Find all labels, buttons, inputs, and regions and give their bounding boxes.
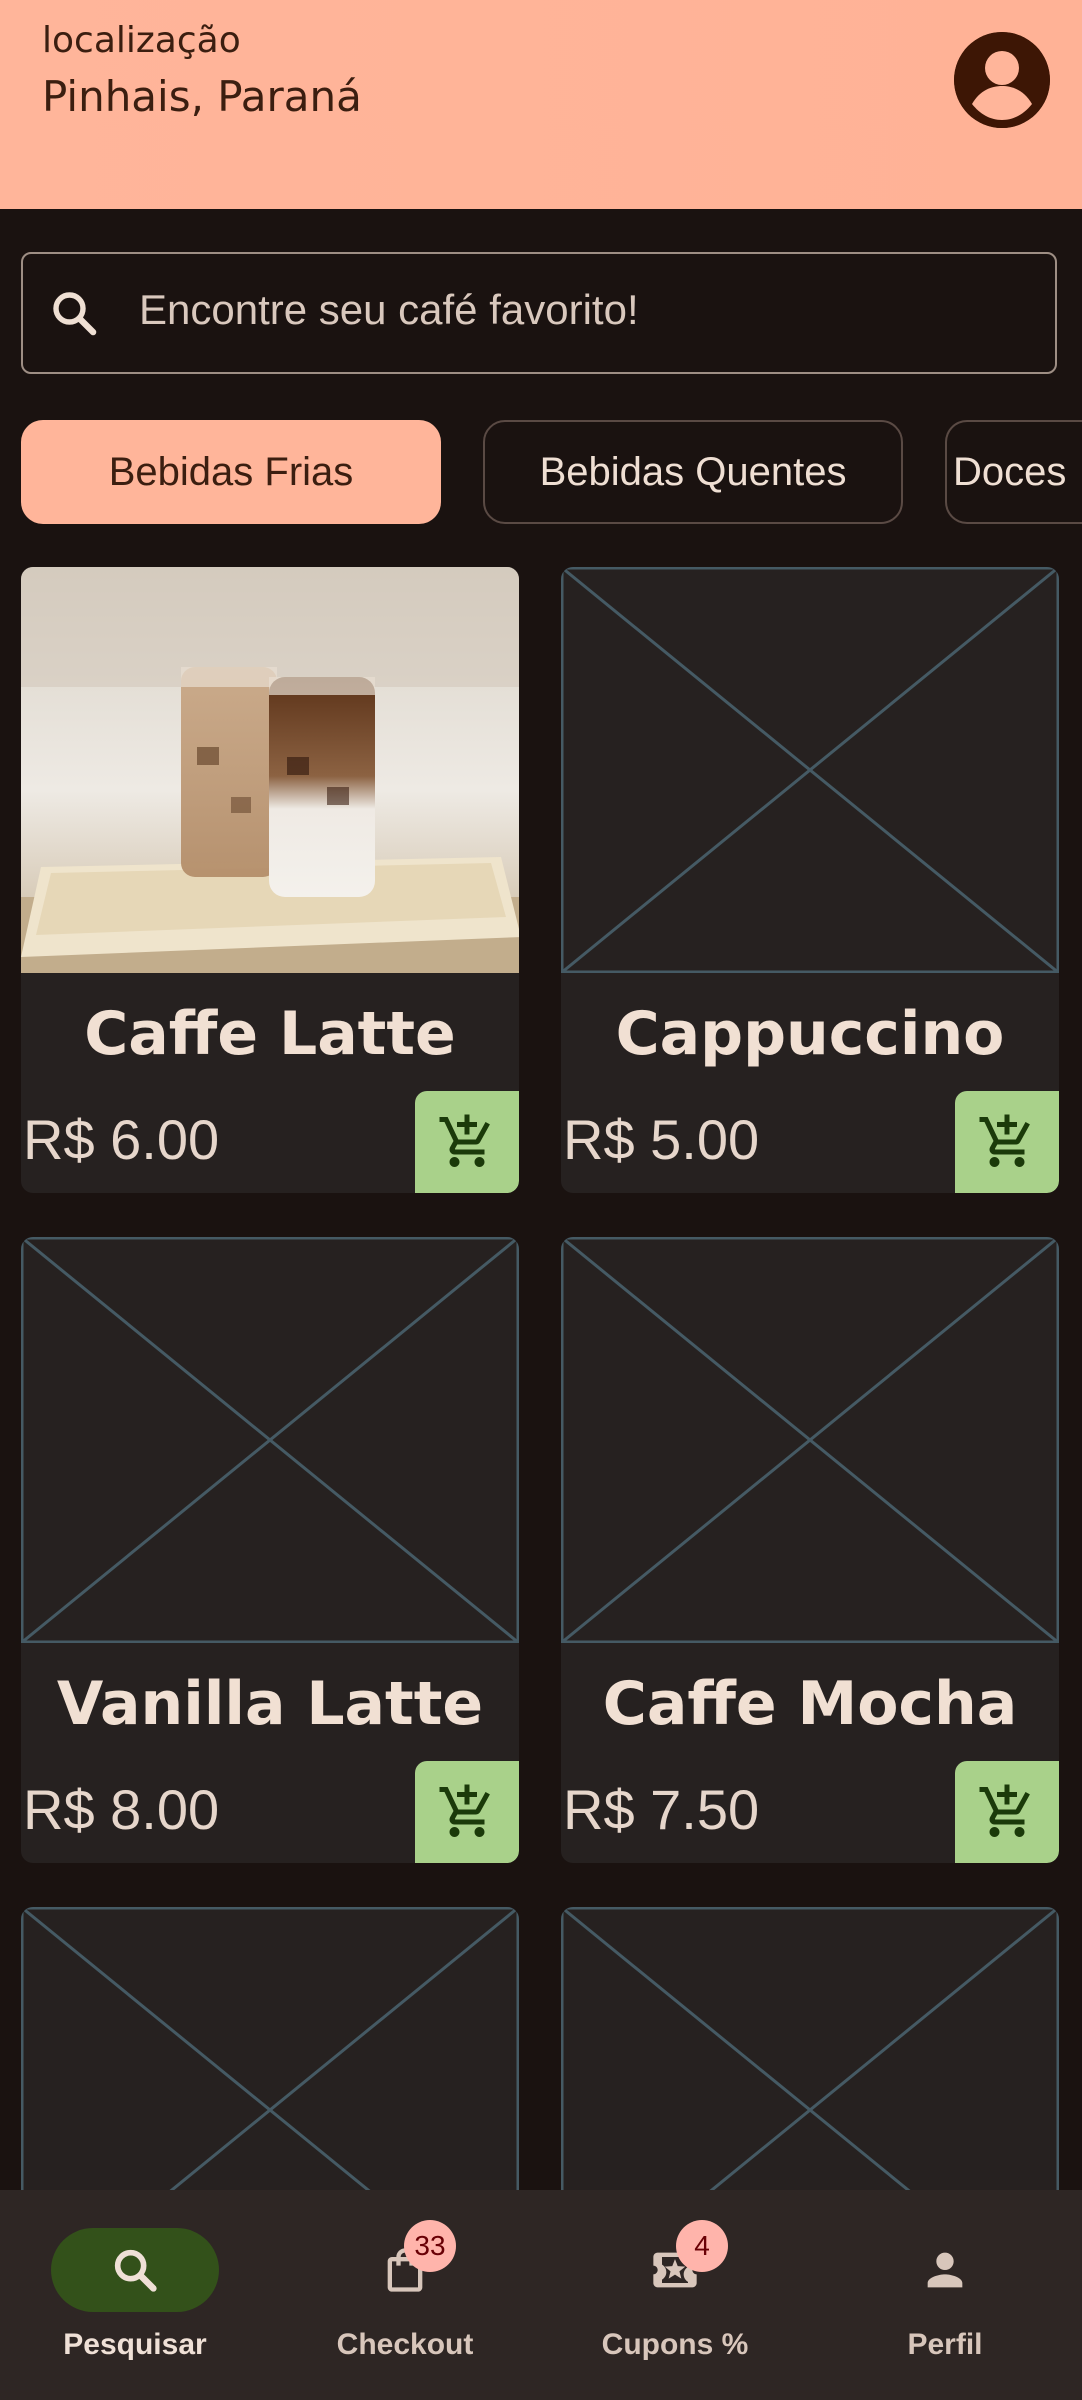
add-shopping-cart-icon [439, 1114, 490, 1167]
product-price: R$ 6.00 [23, 1108, 220, 1171]
product-card[interactable]: Caffe Latte R$ 6.00 [21, 567, 519, 1193]
image-placeholder [561, 1907, 1059, 2207]
chip-bebidas-frias[interactable]: Bebidas Frias [21, 420, 441, 524]
search-input[interactable]: Encontre seu café favorito! [21, 252, 1057, 374]
search-icon [114, 2249, 157, 2292]
add-shopping-cart-icon [979, 1114, 1030, 1167]
nav-label: Checkout [336, 2328, 474, 2361]
location-label: localização [42, 20, 241, 61]
search-icon [47, 286, 101, 340]
product-image [21, 567, 519, 973]
product-name: Vanilla Latte [56, 1669, 484, 1739]
product-name: Caffe Mocha [602, 1669, 1018, 1739]
chip-bebidas-quentes[interactable]: Bebidas Quentes [483, 420, 903, 524]
nav-active-indicator [51, 2228, 219, 2312]
search-placeholder: Encontre seu café favorito! [139, 286, 639, 333]
location-value[interactable]: Pinhais, Paraná [42, 72, 362, 121]
product-card[interactable] [21, 1907, 519, 2207]
image-placeholder [21, 1907, 519, 2207]
add-shopping-cart-icon [979, 1784, 1030, 1837]
add-to-cart-button[interactable] [955, 1091, 1059, 1193]
add-to-cart-button[interactable] [415, 1761, 519, 1863]
product-card[interactable]: Vanilla Latte R$ 8.00 [21, 1237, 519, 1863]
chip-doces[interactable]: Doces [945, 420, 1082, 524]
product-name: Cappuccino [615, 999, 1005, 1069]
image-placeholder [561, 1237, 1059, 1645]
checkout-count-badge: 33 [404, 2220, 456, 2272]
product-price: R$ 7.50 [563, 1778, 760, 1841]
nav-label: Pesquisar [63, 2328, 207, 2361]
nav-label: Cupons % [601, 2328, 749, 2361]
add-to-cart-button[interactable] [415, 1091, 519, 1193]
add-shopping-cart-icon [439, 1784, 490, 1837]
product-price: R$ 5.00 [563, 1108, 760, 1171]
person-icon [927, 2252, 963, 2288]
nav-item-pesquisar[interactable]: Pesquisar [0, 2190, 270, 2400]
nav-icon-wrap [861, 2228, 1029, 2312]
product-card[interactable]: Cappuccino R$ 5.00 [561, 567, 1059, 1193]
product-card[interactable]: Caffe Mocha R$ 7.50 [561, 1237, 1059, 1863]
product-price: R$ 8.00 [23, 1778, 220, 1841]
nav-label: Perfil [907, 2328, 983, 2361]
product-card[interactable] [561, 1907, 1059, 2207]
image-placeholder [21, 1237, 519, 1645]
add-to-cart-button[interactable] [955, 1761, 1059, 1863]
coupon-count-badge: 4 [676, 2220, 728, 2272]
nav-item-checkout[interactable]: 33 Checkout [270, 2190, 540, 2400]
nav-icon-wrap [591, 2228, 759, 2312]
nav-item-perfil[interactable]: Perfil [810, 2190, 1080, 2400]
image-placeholder [561, 567, 1059, 975]
account-circle-icon[interactable] [954, 32, 1050, 128]
nav-item-cupons[interactable]: 4 Cupons % [540, 2190, 810, 2400]
bottom-navigation: Pesquisar 33 Checkout 4 Cupons % Perfil [0, 2190, 1082, 2400]
location-header: localização Pinhais, Paraná [0, 0, 1082, 209]
product-name: Caffe Latte [84, 999, 456, 1069]
